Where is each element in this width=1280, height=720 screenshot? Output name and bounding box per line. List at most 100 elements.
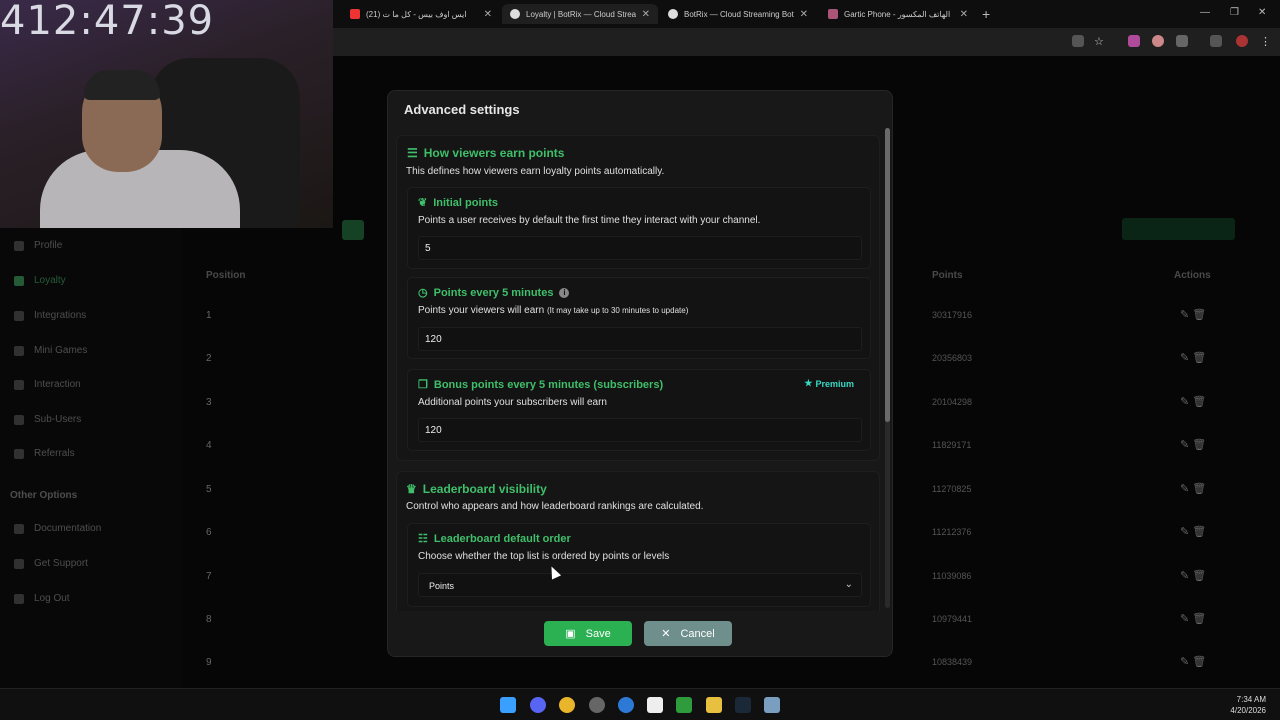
row-points: 10838439	[932, 657, 973, 667]
obs-icon[interactable]	[647, 697, 663, 713]
user-icon	[14, 240, 24, 251]
info-icon[interactable]: i	[559, 287, 570, 298]
referral-icon	[14, 448, 24, 459]
points-every-5-title: ◷ Points every 5 minutes i	[418, 286, 570, 299]
media-icon[interactable]	[1210, 35, 1222, 47]
row-position: 2	[206, 353, 212, 364]
initial-points-title: ❦ Initial points	[418, 196, 498, 210]
edit-icon[interactable]: ✎ 🗑	[1180, 438, 1206, 451]
advanced-settings-modal: Advanced settings ☰ How viewers earn poi…	[387, 90, 893, 657]
search-button[interactable]	[342, 220, 364, 240]
battlenet-icon[interactable]	[618, 697, 634, 713]
column-position: Position	[206, 270, 246, 281]
configure-button[interactable]	[1122, 218, 1235, 240]
sidebar-item-referrals[interactable]: Referrals	[14, 448, 75, 459]
earn-section-description: This defines how viewers earn loyalty po…	[406, 166, 665, 177]
botrix-icon	[668, 9, 678, 19]
close-tab-icon[interactable]: ✕	[484, 9, 492, 20]
puzzle-icon[interactable]	[1176, 35, 1188, 47]
bookmark-star-icon[interactable]: ☆	[1094, 35, 1106, 48]
xbox-icon[interactable]	[676, 697, 692, 713]
cancel-button[interactable]: ✕ Cancel	[644, 621, 732, 646]
tab-gartic[interactable]: Gartic Phone - الهاتف المكسور ✕	[820, 4, 976, 24]
leaderboard-order-select[interactable]: Points ⌄	[418, 573, 862, 597]
menu-icon[interactable]: ⋮	[1260, 35, 1272, 48]
premium-badge: ★ Premium	[804, 378, 854, 389]
sidebar-item-interaction[interactable]: Interaction	[14, 379, 81, 390]
sidebar-item-documentation[interactable]: Documentation	[14, 523, 101, 534]
close-tab-icon[interactable]: ✕	[800, 9, 808, 20]
row-points: 11212376	[932, 527, 972, 537]
column-actions: Actions	[1174, 270, 1211, 281]
gartic-icon	[828, 9, 838, 19]
save-button[interactable]: ▣ Save	[544, 621, 632, 646]
bonus-points-card: ❐ Bonus points every 5 minutes (subscrib…	[407, 369, 871, 451]
chrome-icon[interactable]	[559, 697, 575, 713]
new-tab-button[interactable]: +	[982, 6, 990, 22]
extension-icon[interactable]	[1152, 35, 1164, 47]
edit-icon[interactable]: ✎ 🗑	[1180, 482, 1206, 495]
sidebar-item-logout[interactable]: Log Out	[14, 593, 70, 604]
points-every-5-description: Points your viewers will earn (It may ta…	[418, 305, 689, 316]
bonus-points-input[interactable]: 120	[418, 418, 862, 442]
chevron-down-icon: ⌄	[844, 579, 853, 590]
modal-scrollbar-thumb[interactable]	[885, 128, 890, 422]
close-tab-icon[interactable]: ✕	[642, 9, 650, 20]
windows-start-icon[interactable]	[500, 697, 516, 713]
system-clock[interactable]: 7:34 AM 4/20/2026	[1230, 694, 1266, 716]
sidebar-item-support[interactable]: Get Support	[14, 558, 88, 569]
bonus-points-description: Additional points your subscribers will …	[418, 397, 607, 408]
sidebar-item-loyalty[interactable]: Loyalty	[14, 275, 66, 286]
extension-f-icon[interactable]	[1128, 35, 1140, 47]
initial-points-input[interactable]: 5	[418, 236, 862, 260]
modal-scroll-area[interactable]: ☰ How viewers earn points This defines h…	[396, 135, 880, 611]
gift-icon: ❐	[418, 379, 428, 391]
sidebar-item-mini-games[interactable]: Mini Games	[14, 345, 87, 356]
translate-icon[interactable]	[1072, 35, 1084, 47]
edit-icon[interactable]: ✎ 🗑	[1180, 569, 1206, 582]
close-window-icon[interactable]: ✕	[1258, 7, 1266, 18]
file-explorer-icon[interactable]	[706, 697, 722, 713]
tab-botrix[interactable]: BotRix — Cloud Streaming Bot ✕	[660, 4, 816, 24]
edit-icon[interactable]: ✎ 🗑	[1180, 612, 1206, 625]
row-position: 1	[206, 310, 212, 321]
close-tab-icon[interactable]: ✕	[960, 9, 968, 20]
app-icon[interactable]	[589, 697, 605, 713]
clock-icon: ◷	[418, 287, 428, 299]
row-position: 4	[206, 440, 212, 451]
edit-icon[interactable]: ✎ 🗑	[1180, 351, 1206, 364]
edit-icon[interactable]: ✎ 🗑	[1180, 395, 1206, 408]
row-position: 5	[206, 484, 212, 495]
windows-taskbar: 7:34 AM 4/20/2026	[0, 688, 1280, 720]
row-position: 8	[206, 614, 212, 625]
row-points: 11039086	[932, 571, 972, 581]
list-icon: ☷	[418, 533, 428, 545]
minimize-icon[interactable]: —	[1200, 7, 1210, 18]
floppy-disk-icon: ▣	[565, 628, 576, 640]
initial-points-card: ❦ Initial points Points a user receives …	[407, 187, 871, 269]
sidebar-item-profile[interactable]: Profile	[14, 240, 62, 251]
tab-loyalty[interactable]: Loyalty | BotRix — Cloud Streaming Bot ✕	[502, 4, 658, 24]
edit-icon[interactable]: ✎ 🗑	[1180, 525, 1206, 538]
book-icon	[14, 523, 24, 534]
update-note: (It may take up to 30 minutes to update)	[546, 306, 689, 315]
row-points: 20356803	[932, 353, 973, 363]
row-points: 10979441	[932, 614, 973, 624]
users-icon	[14, 414, 24, 425]
discord-icon[interactable]	[530, 697, 546, 713]
sidebar-item-sub-users[interactable]: Sub-Users	[14, 414, 81, 425]
edit-icon[interactable]: ✎ 🗑	[1180, 308, 1206, 321]
leaderboard-order-description: Choose whether the top list is ordered b…	[418, 551, 670, 562]
points-every-5-input[interactable]: 120	[418, 327, 862, 351]
webcam-overlay: 412:47:39	[0, 0, 333, 228]
botrix-icon	[510, 9, 520, 19]
sidebar-item-integrations[interactable]: Integrations	[14, 310, 86, 321]
row-position: 9	[206, 657, 212, 668]
profile-avatar[interactable]	[1236, 35, 1248, 47]
edit-icon[interactable]: ✎ 🗑	[1180, 655, 1206, 668]
tab-youtube[interactable]: (21) ايس اوف بيس - كل ما ت ✕	[342, 4, 500, 24]
row-points: 30317916	[932, 310, 973, 320]
app-icon[interactable]	[764, 697, 780, 713]
restore-icon[interactable]: ❐	[1230, 7, 1239, 18]
steam-icon[interactable]	[735, 697, 751, 713]
